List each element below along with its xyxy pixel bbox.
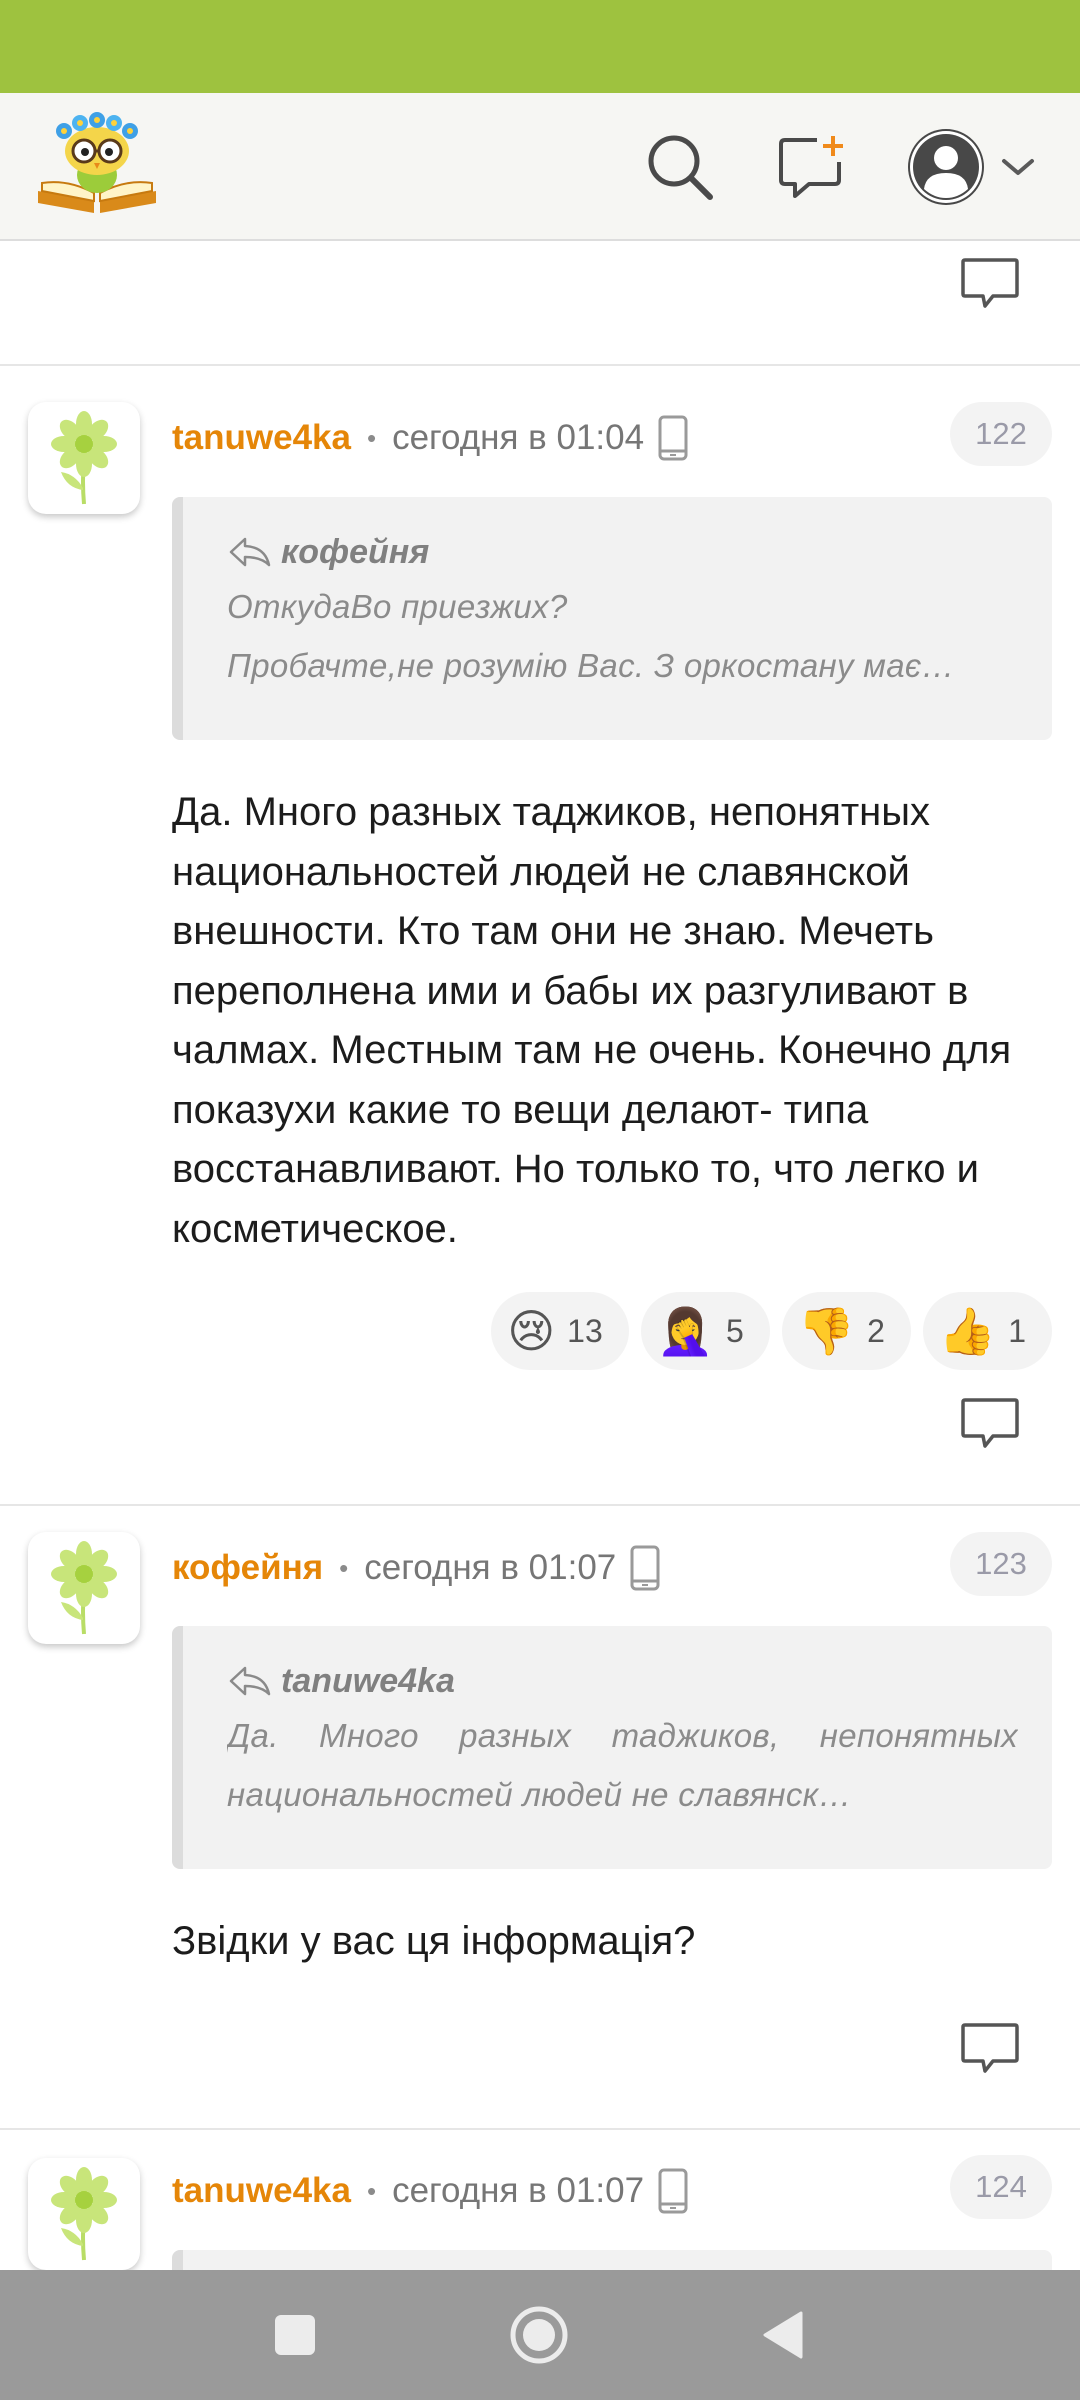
comment-time: сегодня в 01:04 [392,418,645,457]
comment-body: Звідки у вас ця інформація? [172,1919,696,1963]
reply-bubble-icon [961,258,1019,308]
quote-line: Пробачте,не розумію Вас. З оркостану має… [227,647,955,684]
reaction-count: 2 [867,1312,885,1349]
home-button[interactable] [498,2294,580,2376]
reaction-count: 13 [567,1312,603,1349]
system-nav-bar [0,2270,1080,2400]
separator-dot: • [366,2175,377,2206]
comment-time: сегодня в 01:07 [392,2171,645,2210]
comment-divider [0,364,1080,366]
author-name[interactable]: tanuwe4ka [172,2171,351,2211]
comment-body: Да. Много разных таджиков, непонятных на… [172,790,1012,1251]
facepalm-icon: 🤦‍♀️ [656,1303,715,1358]
comment-divider [0,2128,1080,2130]
phone-icon [658,2168,688,2214]
phone-icon [630,1545,660,1591]
new-post-button[interactable] [772,127,852,207]
quote-block[interactable]: tanuwe4ka Да. Много разных таджиков, неп… [172,1626,1052,1869]
comment-meta: tanuwe4ka • сегодня в 01:07 [172,2161,688,2221]
home-circle-icon [510,2306,568,2364]
comment-number[interactable]: 122 [950,402,1052,466]
crying-face-icon: 😢 [507,1304,556,1358]
reaction-crying[interactable]: 😢 13 [491,1292,629,1370]
back-button[interactable] [742,2294,824,2376]
reaction-facepalm[interactable]: 🤦‍♀️ 5 [640,1292,770,1370]
chevron-down-icon [1002,159,1034,175]
quote-header: tanuwe4ka [227,1656,1018,1706]
comment-number[interactable]: 124 [950,2155,1052,2219]
back-triangle-icon [763,2311,803,2359]
quote-author: tanuwe4ka [281,1661,455,1700]
quote-block[interactable]: кофейня ОткудаВо приезжих? Пробачте,не р… [172,497,1052,740]
reaction-count: 1 [1008,1312,1026,1349]
search-icon [648,135,713,200]
search-button[interactable] [640,127,720,207]
commenter-avatar[interactable] [28,1532,140,1644]
reaction-count: 5 [726,1312,744,1349]
reply-bubble-icon [961,2023,1019,2073]
commenter-avatar[interactable] [28,2158,140,2270]
flower-avatar-icon [51,411,117,505]
reactions-bar: 😢 13 🤦‍♀️ 5 👎 2 👍 1 [491,1292,1052,1370]
thumbs-up-icon: 👍 [938,1303,997,1358]
comment-meta: tanuwe4ka • сегодня в 01:04 [172,408,688,468]
status-bar [0,0,1080,93]
reply-bubble-icon [961,1398,1019,1448]
app-header [0,93,1080,241]
square-icon [275,2315,315,2355]
flower-avatar-icon [51,1541,117,1635]
separator-dot: • [339,1552,349,1583]
reply-arrow-icon [229,537,271,567]
separator-dot: • [366,422,377,453]
comment-number[interactable]: 123 [950,1532,1052,1596]
author-name[interactable]: кофейня [172,1548,323,1588]
phone-icon [658,415,688,461]
profile-menu-button[interactable] [900,119,1040,215]
reply-button[interactable] [900,2009,1080,2089]
quote-line: Да. Много разных таджиков, непонятных на… [227,1717,1018,1813]
avatar-icon [908,129,984,205]
quote-text: Да. Много разных таджиков, непонятных на… [227,1706,1018,1824]
flower-avatar-icon [51,2167,117,2261]
reaction-thumbs-up[interactable]: 👍 1 [922,1292,1052,1370]
reply-button[interactable] [900,1384,1080,1464]
comment-time: сегодня в 01:07 [364,1548,617,1587]
reply-button[interactable] [900,244,1080,324]
comment-divider [0,1504,1080,1506]
new-post-icon [779,136,843,198]
commenter-avatar[interactable] [28,402,140,514]
reply-arrow-icon [229,1666,271,1696]
recent-apps-button[interactable] [254,2294,336,2376]
author-name[interactable]: tanuwe4ka [172,418,351,458]
quote-text: ОткудаВо приезжих? Пробачте,не розумію В… [227,577,1018,695]
reaction-thumbs-down[interactable]: 👎 2 [781,1292,911,1370]
site-logo[interactable] [34,109,160,219]
quote-header: кофейня [227,527,1018,577]
quote-author: кофейня [281,532,430,571]
comment-meta: кофейня • сегодня в 01:07 [172,1538,660,1598]
quote-line: ОткудаВо приезжих? [227,588,568,625]
thumbs-down-icon: 👎 [797,1303,856,1358]
